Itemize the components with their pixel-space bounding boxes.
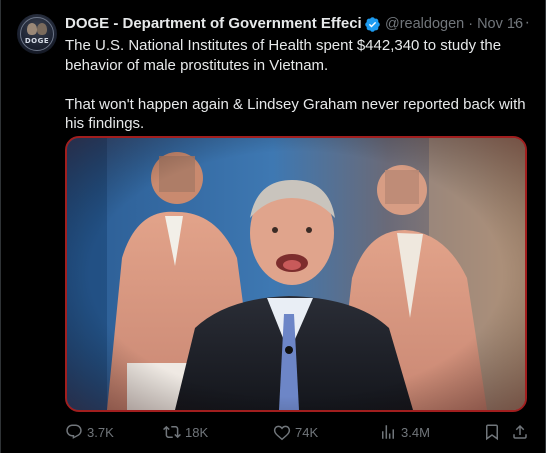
- like-count: 74K: [295, 424, 319, 440]
- more-options-icon[interactable]: ···: [512, 14, 531, 32]
- avatar-seal-ring: [20, 17, 54, 51]
- avatar-figure: [37, 23, 47, 35]
- tweet-paragraph: The U.S. National Institutes of Health s…: [65, 37, 502, 74]
- tweet-paragraph: That won't happen again & Lindsey Graham…: [65, 95, 526, 133]
- like-button[interactable]: 74K: [273, 423, 318, 441]
- tweet-text: The U.S. National Institutes of Health s…: [65, 36, 527, 134]
- views-chart-icon: [382, 425, 394, 439]
- heart-icon: [273, 425, 291, 441]
- avatar-figure: [27, 23, 37, 35]
- avatar-text: DOGE: [24, 37, 50, 45]
- repost-button[interactable]: 18K: [163, 423, 208, 441]
- bookmark-icon: [486, 424, 498, 441]
- author-handle[interactable]: @realdogen: [385, 15, 464, 33]
- tweet-header: DOGE - Department of Government Effecien…: [65, 14, 535, 33]
- bookmark-button[interactable]: [483, 423, 505, 441]
- verified-badge-icon[interactable]: [364, 16, 381, 33]
- avatar[interactable]: DOGE: [17, 14, 57, 54]
- views-button[interactable]: 3.4M: [379, 423, 430, 441]
- tweet-actions: 3.7K 18K 74K 3.4M: [65, 422, 533, 442]
- share-button[interactable]: [511, 423, 533, 441]
- reply-button[interactable]: 3.7K: [65, 423, 114, 441]
- tweet-image[interactable]: [65, 136, 527, 412]
- separator-dot: ·: [468, 16, 474, 32]
- author-name[interactable]: DOGE - Department of Government Effecien…: [65, 15, 361, 33]
- views-count: 3.4M: [401, 424, 430, 440]
- repost-count: 18K: [185, 424, 209, 440]
- share-icon: [513, 424, 527, 439]
- image-illustration: [67, 138, 525, 410]
- repost-icon: [163, 425, 181, 439]
- tweet-container[interactable]: DOGE DOGE - Department of Government Eff…: [0, 0, 546, 453]
- reply-icon: [66, 424, 82, 439]
- reply-count: 3.7K: [87, 424, 114, 440]
